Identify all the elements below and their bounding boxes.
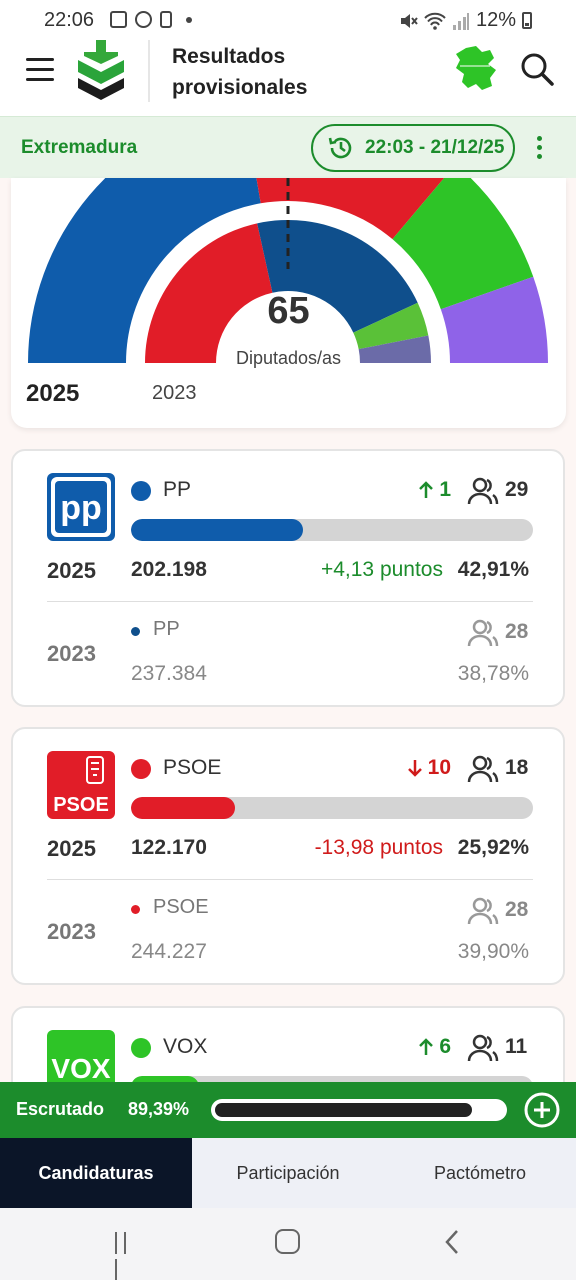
seats-previous: 28 xyxy=(505,620,529,643)
divider xyxy=(47,879,533,880)
seat-change: 1 xyxy=(418,478,451,502)
party-color-dot xyxy=(131,759,151,779)
escrutado-bar: Escrutado 89,39% xyxy=(0,1082,576,1138)
home-icon[interactable] xyxy=(275,1229,300,1254)
notification-icons xyxy=(110,11,192,28)
year-previous: 2023 xyxy=(47,919,96,944)
vote-share-bar xyxy=(131,797,533,819)
people-icon xyxy=(467,619,499,647)
pp-logo: pp xyxy=(47,473,115,541)
vote-share-fill xyxy=(131,797,236,819)
seats-previous: 28 xyxy=(505,898,529,921)
more-notifications-icon xyxy=(186,16,192,23)
votes-current: 122.170 xyxy=(131,836,207,859)
party-color-dot xyxy=(131,481,151,501)
year-previous: 2023 xyxy=(47,641,96,666)
party-color-dot-previous xyxy=(131,905,140,914)
region-map-icon[interactable] xyxy=(452,44,498,92)
mute-icon xyxy=(400,13,418,28)
svg-text:pp: pp xyxy=(60,489,102,527)
tab-participacion[interactable]: Participación xyxy=(192,1138,384,1208)
party-card-psoe[interactable]: PSOE PSOE 10 18 2025 122.170 -13,98 punt… xyxy=(11,727,565,985)
year-current: 2025 xyxy=(47,558,96,583)
page-title: Resultados provisionales xyxy=(172,45,308,99)
year-current: 2025 xyxy=(47,836,96,861)
votes-previous: 237.384 xyxy=(131,662,207,685)
status-bar: 22:06 12% xyxy=(0,0,576,40)
escrutado-progress-fill xyxy=(215,1103,473,1117)
svg-text:VOX: VOX xyxy=(51,1053,110,1084)
signal-icon xyxy=(452,12,469,30)
wifi-icon xyxy=(424,12,446,30)
people-icon xyxy=(467,897,499,925)
recent-apps-icon[interactable] xyxy=(115,1232,139,1280)
vote-share-bar xyxy=(131,519,533,541)
party-name-previous: PP xyxy=(153,618,180,640)
bottom-tabs: Candidaturas Participación Pactómetro xyxy=(0,1138,576,1208)
back-icon[interactable] xyxy=(440,1229,466,1255)
vote-share-fill xyxy=(131,519,304,541)
party-seats: 11 xyxy=(505,1035,528,1058)
arrow-down-icon xyxy=(407,760,422,777)
people-icon xyxy=(467,755,499,783)
app-header: Resultados provisionales xyxy=(0,40,576,116)
sync-icon xyxy=(135,11,152,28)
hamburger-menu-icon[interactable] xyxy=(26,58,54,82)
status-time: 22:06 xyxy=(44,9,95,31)
party-name: PP xyxy=(163,478,192,501)
party-color-dot-previous xyxy=(131,627,140,636)
psoe-logo: PSOE xyxy=(47,751,115,819)
alert-icon xyxy=(160,11,172,28)
seat-change: 6 xyxy=(418,1035,451,1059)
year-previous-label: 2023 xyxy=(152,382,197,404)
search-icon[interactable] xyxy=(520,52,554,86)
party-name-previous: PSOE xyxy=(153,896,209,918)
party-seats: 18 xyxy=(505,756,529,779)
party-seats: 29 xyxy=(505,478,529,501)
escrutado-progress xyxy=(211,1099,507,1121)
history-icon xyxy=(328,137,352,159)
more-options-icon[interactable] xyxy=(534,136,544,162)
votes-current: 202.198 xyxy=(131,558,207,581)
region-bar: Extremadura 22:03 - 21/12/25 xyxy=(0,116,576,178)
divider xyxy=(47,601,533,602)
party-name: VOX xyxy=(163,1035,208,1058)
points-change: +4,13 puntos xyxy=(320,558,443,581)
party-color-dot xyxy=(131,1038,151,1058)
points-change: -13,98 puntos xyxy=(314,836,443,859)
battery-icon xyxy=(522,12,532,29)
plus-circle-icon[interactable] xyxy=(524,1092,560,1128)
year-current-label: 2025 xyxy=(26,380,80,407)
system-icons: 12% xyxy=(398,9,532,32)
pct-current: 25,92% xyxy=(457,836,529,859)
hemicycle-card: 65 Diputados/as 2025 2023 xyxy=(11,178,566,428)
gallery-icon xyxy=(110,11,127,28)
people-icon xyxy=(467,1034,499,1062)
svg-text:PSOE: PSOE xyxy=(53,794,109,816)
tab-pactometro[interactable]: Pactómetro xyxy=(384,1138,576,1208)
escrutado-value: 89,39% xyxy=(128,1099,190,1119)
app-logo xyxy=(78,40,124,100)
header-divider xyxy=(148,40,150,102)
escrutado-label: Escrutado xyxy=(16,1099,105,1119)
votes-previous: 244.227 xyxy=(131,940,207,963)
region-name: Extremadura xyxy=(21,137,138,158)
update-time-button[interactable]: 22:03 - 21/12/25 xyxy=(311,124,515,172)
tab-candidaturas[interactable]: Candidaturas xyxy=(0,1138,192,1208)
pct-previous: 39,90% xyxy=(457,940,529,963)
pct-current: 42,91% xyxy=(457,558,529,581)
arrow-up-icon xyxy=(419,481,434,498)
party-card-pp[interactable]: pp PP 1 29 2025 202.198 +4,13 puntos 42,… xyxy=(11,449,565,707)
update-time: 22:03 - 21/12/25 xyxy=(365,137,505,158)
seats-label: Diputados/as xyxy=(235,348,342,368)
pct-previous: 38,78% xyxy=(457,662,529,685)
people-icon xyxy=(467,477,499,505)
seat-change: 10 xyxy=(407,756,451,780)
arrow-up-icon xyxy=(419,1038,434,1055)
battery-level: 12% xyxy=(475,9,516,31)
party-name: PSOE xyxy=(163,756,222,779)
system-nav-bar xyxy=(0,1208,576,1280)
total-seats: 65 xyxy=(267,290,310,332)
